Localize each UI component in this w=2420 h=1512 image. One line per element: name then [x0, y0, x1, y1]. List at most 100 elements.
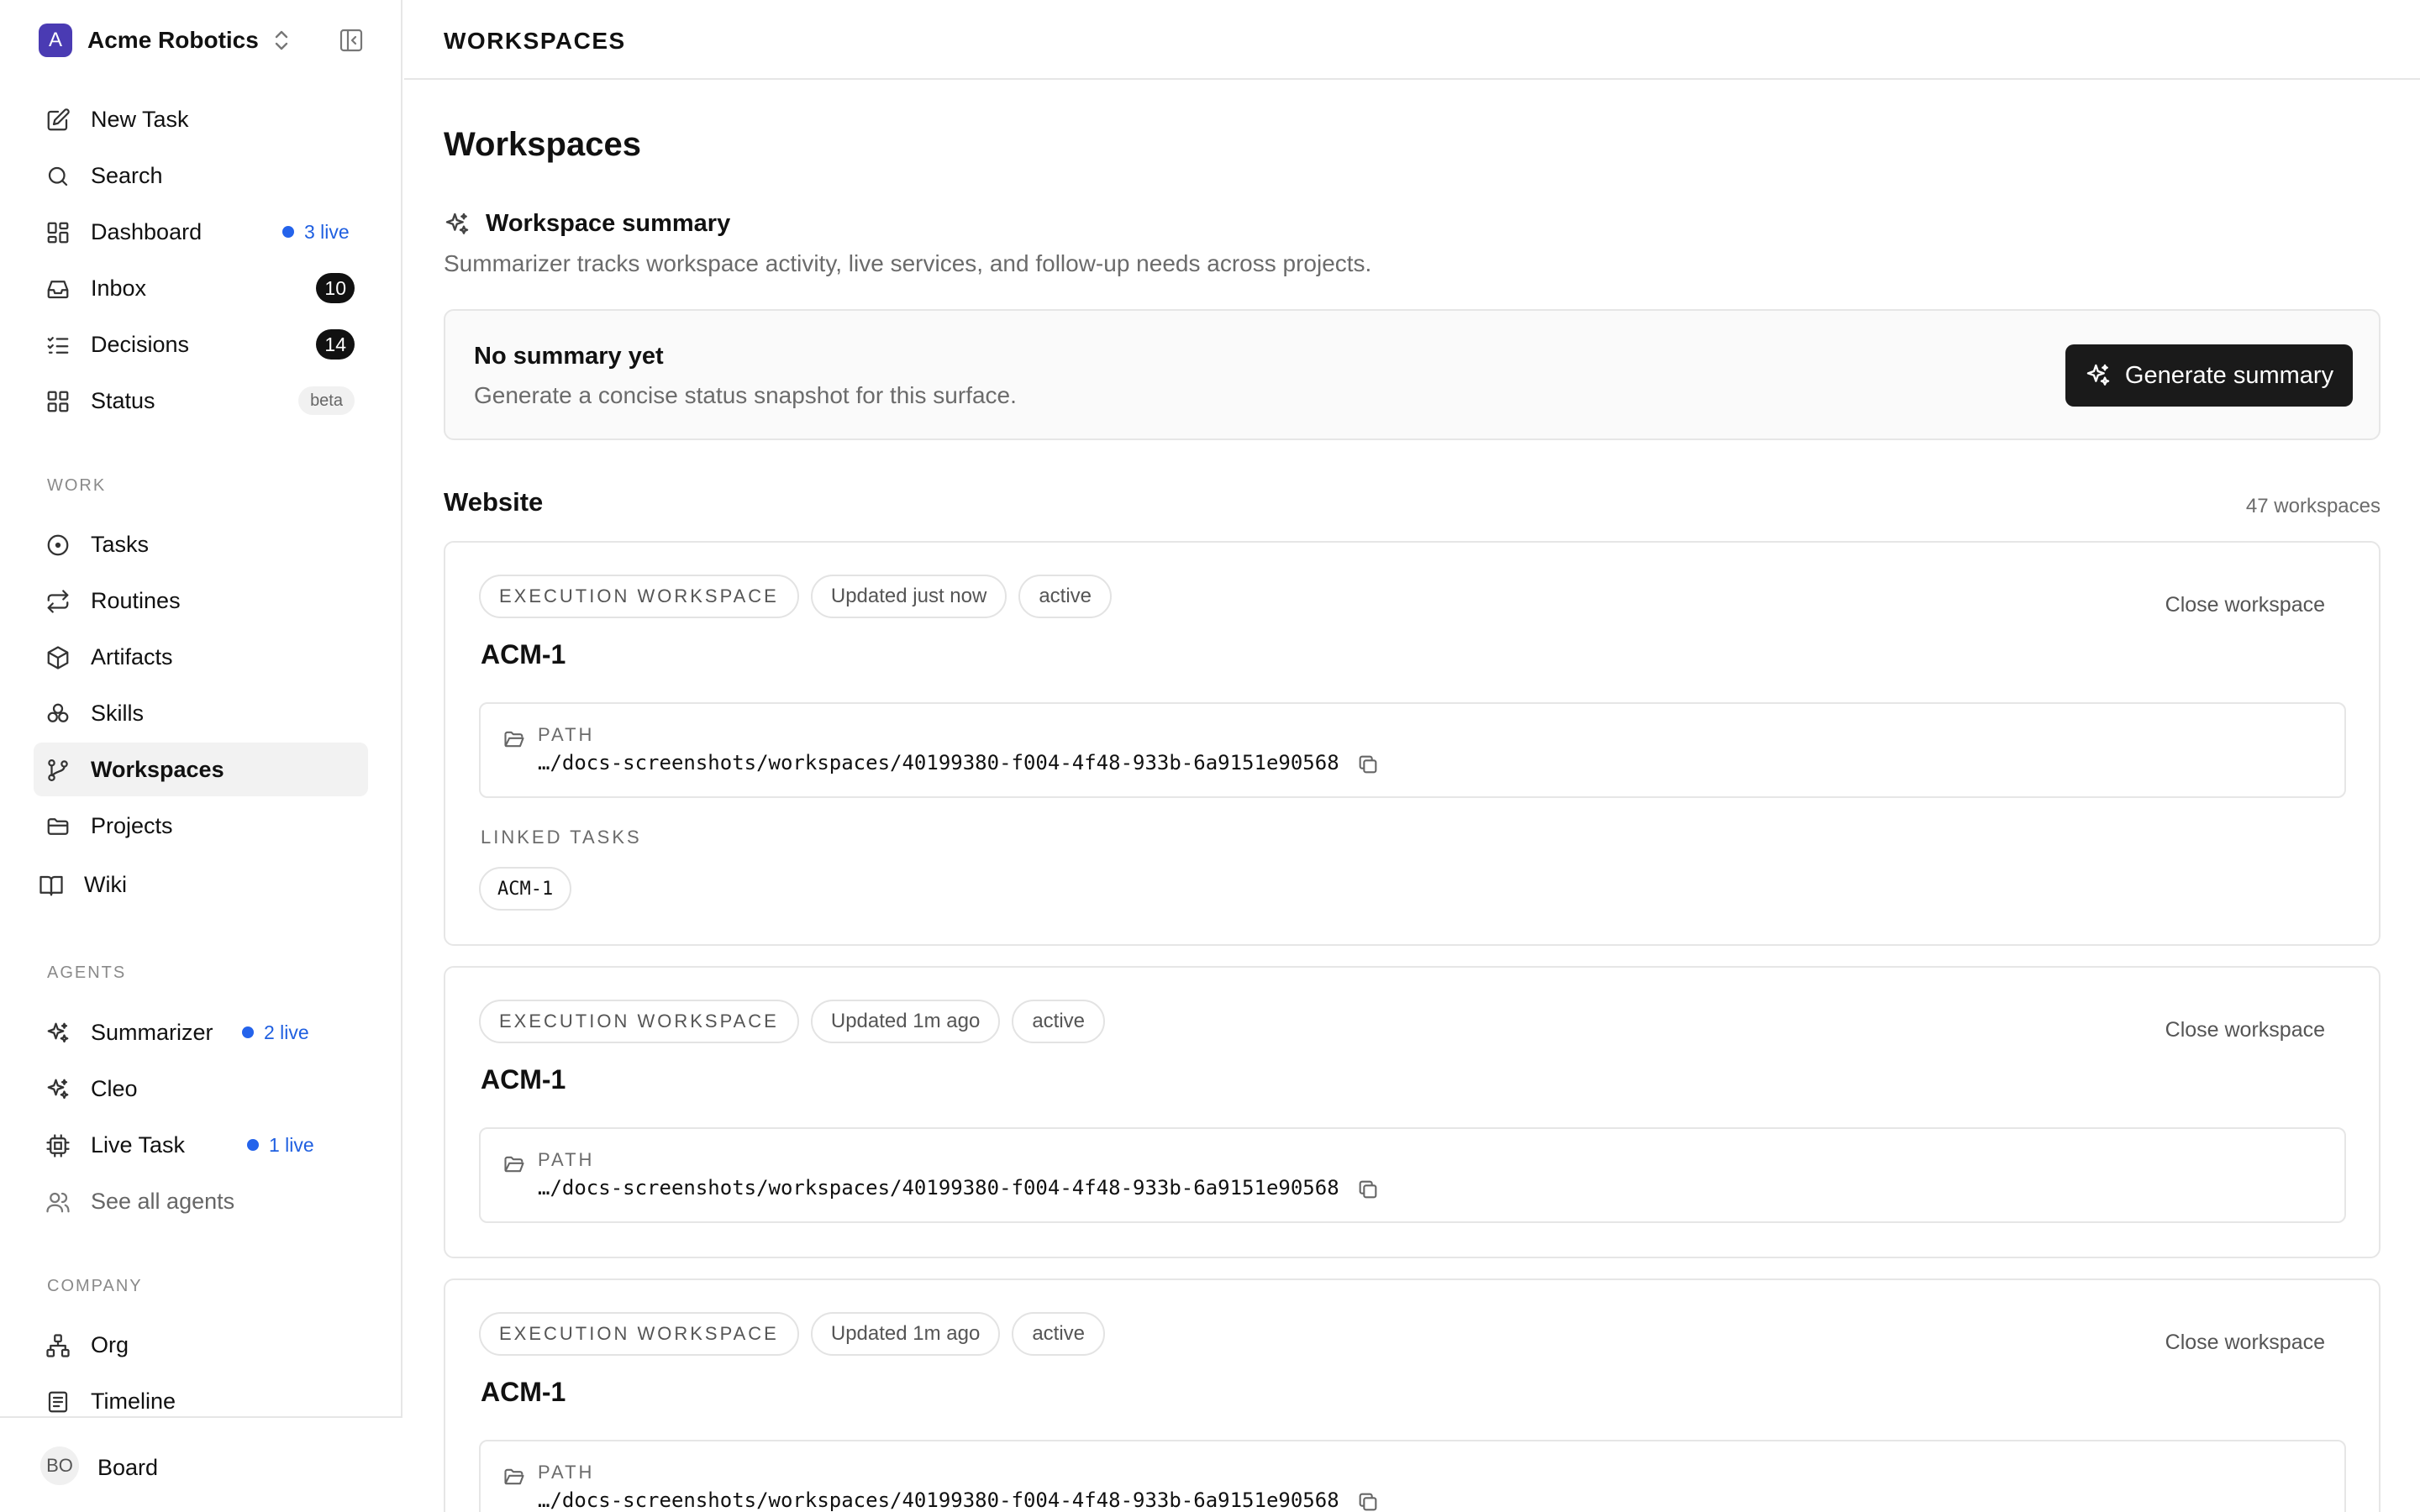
- nav-label: Skills: [91, 700, 145, 726]
- copy-icon[interactable]: [1356, 753, 1380, 776]
- path-label: PATH: [538, 724, 595, 745]
- summary-title: Workspace summary: [486, 210, 731, 237]
- sidebar-panel-icon: [339, 28, 364, 53]
- skills-icon: [45, 701, 71, 727]
- path-label: PATH: [538, 1149, 595, 1170]
- updated-chip: Updated 1m ago: [810, 1312, 1001, 1356]
- main-content: WORKSPACES Workspaces Workspace summary …: [404, 0, 2420, 1512]
- nav-org[interactable]: Org: [34, 1318, 368, 1372]
- sparkles-icon: [444, 211, 471, 238]
- sidebar-footer[interactable]: BO Board: [0, 1416, 402, 1512]
- nav-agent-live-task[interactable]: Live Task 1 live: [34, 1118, 368, 1172]
- section-label-company: COMPANY: [47, 1277, 143, 1295]
- sparkles-icon: [2085, 362, 2125, 389]
- generate-summary-button[interactable]: Generate summary: [2065, 344, 2353, 407]
- box-icon: [45, 645, 71, 670]
- grid-icon: [45, 389, 71, 414]
- org-chart-icon: [45, 1333, 71, 1358]
- workspace-title[interactable]: ACM-1: [481, 639, 566, 670]
- nav-workspaces[interactable]: Workspaces: [34, 743, 368, 796]
- path-box: PATH …/docs-screenshots/workspaces/40199…: [479, 1440, 2346, 1512]
- group-title: Website: [444, 487, 544, 517]
- summary-header: Workspace summary: [444, 210, 730, 238]
- nav-label: Org: [91, 1331, 129, 1357]
- org-switcher[interactable]: A Acme Robotics: [39, 22, 371, 59]
- sparkles-icon: [45, 1021, 71, 1046]
- nav-see-all-agents[interactable]: See all agents: [34, 1174, 368, 1228]
- nav-label: Dashboard: [91, 218, 203, 244]
- close-workspace-button[interactable]: Close workspace: [2165, 1018, 2325, 1042]
- nav-search[interactable]: Search: [34, 149, 368, 202]
- nav-wiki[interactable]: Wiki: [27, 858, 361, 911]
- inbox-icon: [45, 276, 71, 302]
- nav-label: Workspaces: [91, 756, 224, 782]
- nav-label: Tasks: [91, 531, 150, 557]
- linked-tasks-label: LINKED TASKS: [481, 827, 642, 848]
- sparkles-icon: [45, 1077, 71, 1102]
- git-branch-icon: [45, 758, 71, 783]
- path-label: PATH: [538, 1462, 595, 1483]
- workspace-meta-chips: EXECUTION WORKSPACE Updated just now act…: [479, 575, 1123, 618]
- nav-label: Decisions: [91, 331, 190, 357]
- chevron-up-down-icon: [272, 28, 291, 53]
- folder-open-icon: [502, 1465, 526, 1488]
- nav-inbox[interactable]: Inbox 10: [34, 261, 368, 315]
- nav-agent-cleo[interactable]: Cleo: [34, 1062, 368, 1116]
- copy-icon[interactable]: [1356, 1178, 1380, 1201]
- nav-label: Wiki: [84, 871, 127, 897]
- path-box: PATH …/docs-screenshots/workspaces/40199…: [479, 1127, 2346, 1223]
- nav-status[interactable]: Status beta: [34, 374, 368, 428]
- document-icon: [45, 1389, 71, 1415]
- folder-open-icon: [502, 1152, 526, 1176]
- workspace-title[interactable]: ACM-1: [481, 1377, 566, 1408]
- workspace-card: EXECUTION WORKSPACE Updated 1m ago activ…: [444, 966, 2381, 1258]
- summary-card-subtitle: Generate a concise status snapshot for t…: [474, 382, 1017, 408]
- nav-label: Artifacts: [91, 643, 173, 669]
- nav-label: Projects: [91, 812, 173, 838]
- nav-projects[interactable]: Projects: [34, 799, 368, 853]
- nav-skills[interactable]: Skills: [34, 686, 368, 740]
- nav-decisions[interactable]: Decisions 14: [34, 318, 368, 371]
- nav-label: Summarizer: [91, 1019, 213, 1045]
- pencil-square-icon: [45, 108, 71, 133]
- status-badge: active: [1012, 1000, 1106, 1043]
- copy-icon[interactable]: [1356, 1490, 1380, 1512]
- nav-agent-summarizer[interactable]: Summarizer 2 live: [34, 1005, 368, 1059]
- close-workspace-button[interactable]: Close workspace: [2165, 593, 2325, 617]
- status-badge: active: [1018, 575, 1113, 618]
- live-dot: [242, 1026, 254, 1038]
- generate-summary-label: Generate summary: [2124, 361, 2334, 389]
- live-badge: 1 live: [247, 1134, 314, 1157]
- close-workspace-button[interactable]: Close workspace: [2165, 1331, 2325, 1355]
- nav-label: See all agents: [91, 1188, 235, 1214]
- nav-label: Search: [91, 162, 163, 188]
- collapse-sidebar-button[interactable]: [336, 25, 366, 55]
- list-check-icon: [45, 333, 71, 358]
- section-label-agents: AGENTS: [47, 963, 127, 982]
- nav-label: Live Task: [91, 1131, 186, 1158]
- nav-routines[interactable]: Routines: [34, 574, 368, 627]
- nav-new-task[interactable]: New Task: [34, 92, 368, 146]
- page-title: Workspaces: [444, 126, 641, 163]
- live-dot: [282, 226, 294, 238]
- nav-artifacts[interactable]: Artifacts: [34, 630, 368, 684]
- workspace-card: EXECUTION WORKSPACE Updated just now act…: [444, 541, 2381, 946]
- live-badge-text: 1 live: [269, 1133, 314, 1156]
- footer-user-name: Board: [97, 1455, 159, 1480]
- nav-label: Inbox: [91, 275, 147, 301]
- nav-dashboard[interactable]: Dashboard 3 live: [34, 205, 368, 259]
- workspace-kind-chip: EXECUTION WORKSPACE: [479, 1000, 799, 1043]
- cpu-icon: [45, 1133, 71, 1158]
- live-badge-text: 2 live: [264, 1021, 309, 1043]
- count-badge: 14: [316, 329, 355, 360]
- beta-badge: beta: [298, 386, 355, 415]
- updated-chip: Updated just now: [810, 575, 1007, 618]
- summary-card: No summary yet Generate a concise status…: [444, 309, 2381, 440]
- breadcrumb: WORKSPACES: [444, 28, 626, 54]
- nav-tasks[interactable]: Tasks: [34, 517, 368, 571]
- dashboard-icon: [45, 220, 71, 245]
- workspace-meta-chips: EXECUTION WORKSPACE Updated 1m ago activ…: [479, 1312, 1117, 1356]
- nav-label: Cleo: [91, 1075, 138, 1101]
- linked-task-chip[interactable]: ACM-1: [479, 867, 572, 911]
- workspace-title[interactable]: ACM-1: [481, 1064, 566, 1095]
